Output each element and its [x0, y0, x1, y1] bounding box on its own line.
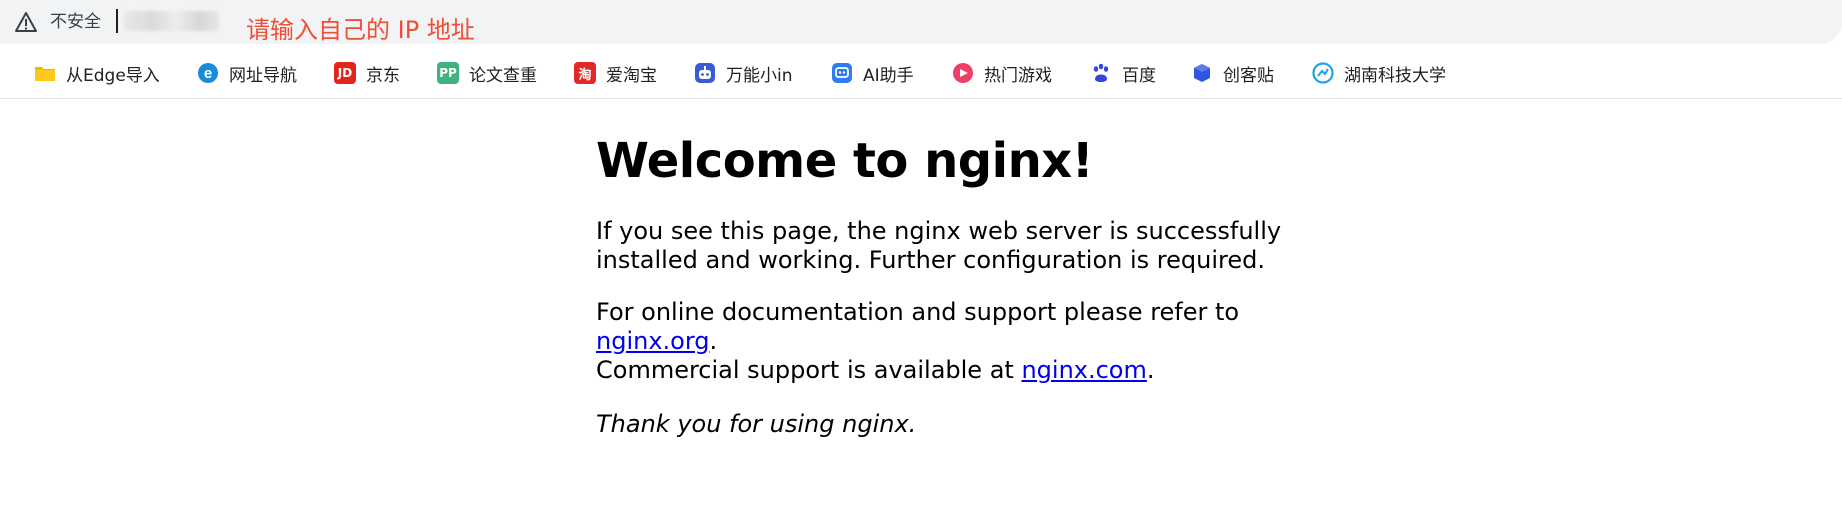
bookmark-chuangketie[interactable]: 创客贴: [1191, 58, 1274, 88]
commercial-text: Commercial support is available at: [596, 356, 1022, 384]
bookmark-label: 网址导航: [229, 65, 297, 86]
bookmark-label: AI助手: [863, 65, 914, 86]
install-message: If you see this page, the nginx web serv…: [596, 217, 1282, 274]
docs-period: .: [709, 327, 718, 355]
bookmark-hot-games[interactable]: 热门游戏: [952, 58, 1052, 88]
toolbar-divider: [0, 98, 1842, 99]
thank-you-message: Thank you for using nginx.: [596, 410, 917, 438]
bookmark-label: 热门游戏: [984, 65, 1052, 86]
bookmark-web-navigation[interactable]: e 网址导航: [197, 58, 297, 88]
bookmark-baidu[interactable]: 百度: [1090, 58, 1156, 88]
baidu-paw-icon: [1093, 63, 1109, 82]
bookmark-import-from-edge[interactable]: 从Edge导入: [34, 58, 160, 88]
game-icon: [953, 63, 973, 83]
bookmark-wanneng-xiaoin[interactable]: 万能小in: [694, 58, 793, 88]
taobao-icon: 淘: [574, 62, 596, 84]
bookmark-label: 从Edge导入: [66, 65, 160, 86]
text-caret: [116, 9, 118, 33]
bookmark-paper-check[interactable]: PP 论文查重: [437, 58, 537, 88]
ai-chat-icon: [832, 63, 852, 83]
ie-icon: e: [198, 63, 218, 83]
svg-text:e: e: [204, 65, 212, 82]
bookmark-label: 万能小in: [726, 65, 793, 86]
ip-hint-annotation: 请输入自己的 IP 地址: [246, 16, 475, 44]
redacted-url: [124, 11, 219, 31]
robot-icon: [695, 63, 715, 83]
warning-icon[interactable]: [15, 11, 37, 33]
documentation-paragraph: For online documentation and support ple…: [596, 298, 1356, 385]
docs-text: For online documentation and support ple…: [596, 298, 1240, 326]
bookmarks-overflow-fragment: ⁝: [0, 61, 1, 80]
nginx-com-link[interactable]: nginx.com: [1021, 356, 1146, 384]
chuangketie-icon: [1194, 64, 1210, 82]
commercial-period: .: [1146, 356, 1155, 384]
bookmark-label: 论文查重: [469, 65, 537, 86]
pp-icon: PP: [437, 62, 459, 84]
bookmark-aitaobao[interactable]: 淘 爱淘宝: [574, 58, 657, 88]
bookmark-label: 爱淘宝: [606, 65, 657, 86]
bookmark-ai-assistant[interactable]: AI助手: [831, 58, 914, 88]
jd-icon: JD: [334, 62, 356, 84]
bookmark-label: 京东: [366, 65, 400, 86]
bookmark-hnust[interactable]: 湖南科技大学: [1312, 58, 1446, 88]
page-title: Welcome to nginx!: [596, 133, 1094, 189]
page-content: Welcome to nginx! If you see this page, …: [596, 118, 1356, 439]
bookmark-jd[interactable]: JD 京东: [334, 58, 400, 88]
nginx-org-link[interactable]: nginx.org: [596, 327, 710, 355]
folder-icon: [35, 67, 55, 81]
bookmark-label: 百度: [1122, 65, 1156, 86]
bookmark-label: 湖南科技大学: [1344, 65, 1446, 86]
bookmark-label: 创客贴: [1223, 65, 1274, 86]
security-status-label[interactable]: 不安全: [50, 10, 101, 34]
bookmarks-bar: ⁝ 从Edge导入 e 网址导航 JD 京东 PP 论文查重 淘 爱淘宝: [0, 52, 1842, 92]
university-icon: [1312, 62, 1334, 84]
